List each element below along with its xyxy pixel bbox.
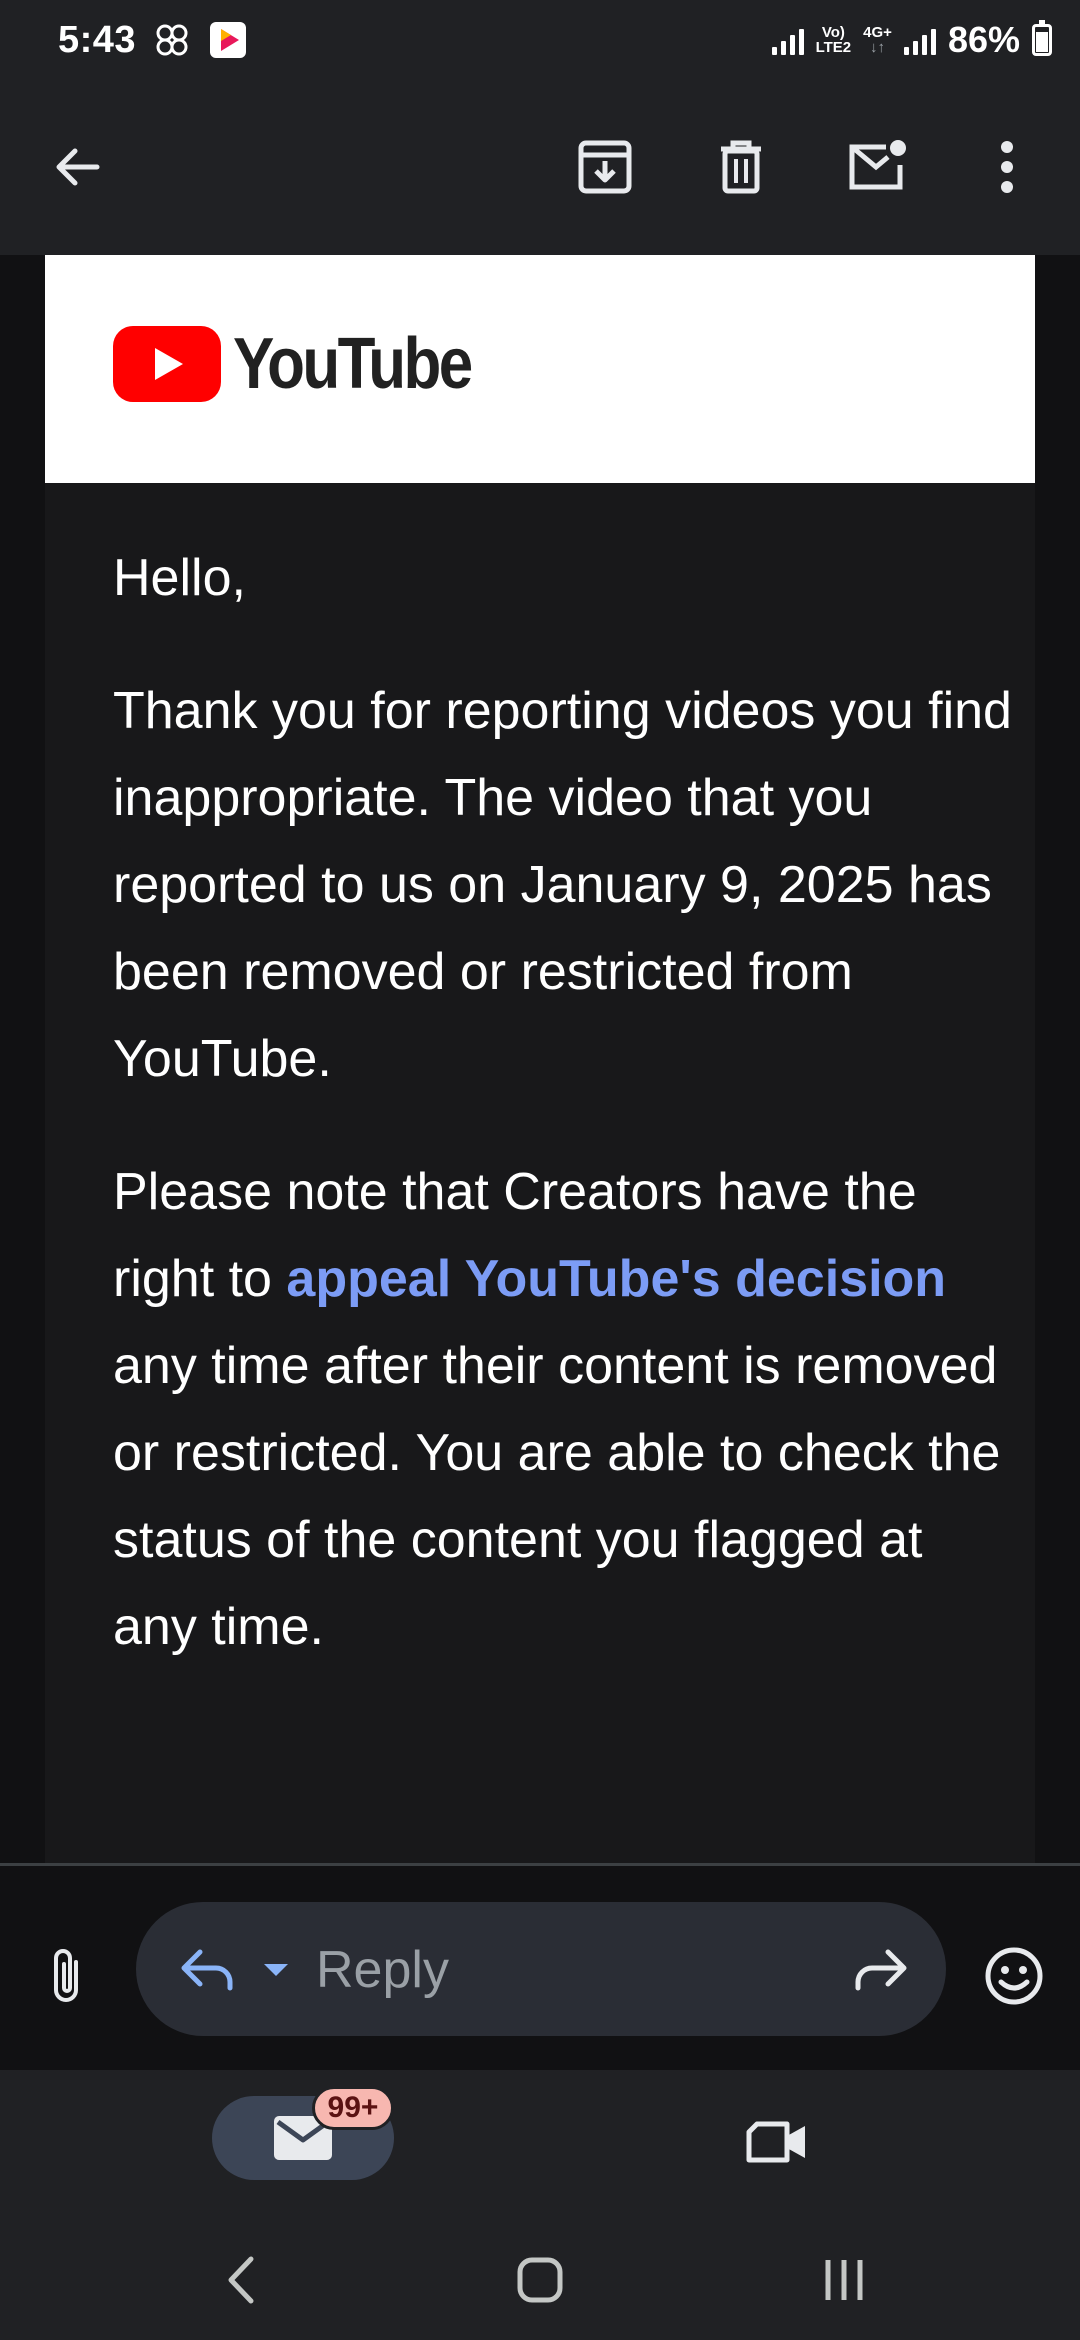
reply-mode-button[interactable] [176,1938,240,2002]
greeting: Hello, [113,549,246,607]
appeal-decision-link[interactable]: appeal YouTube's decision [286,1250,946,1308]
youtube-play-icon [113,326,221,402]
reply-icon [181,1949,233,1991]
volte-label-top: Vo) [821,24,845,41]
caret-down-icon [264,1964,288,1976]
screen: 5:43 Vo) LTE2 4G+ ↓↑ 86% YouTube Hello, … [0,0,1080,2340]
unread-badge: 99+ [312,2086,394,2130]
video-camera-icon [746,2121,805,2163]
more-vert-icon [1001,141,1013,193]
mark-unread-icon [849,140,906,190]
media-app-icon [208,20,248,60]
back-button[interactable] [32,122,122,212]
email-content: YouTube Hello, Thank you for reporting v… [0,255,1080,1863]
recents-icon [825,2260,863,2300]
system-nav-bar [0,2220,1080,2340]
status-time: 5:43 [58,18,137,61]
archive-icon [578,140,632,194]
status-bar: 5:43 Vo) LTE2 4G+ ↓↑ 86% [0,0,1080,80]
bottom-nav: 99+ [0,2070,1080,2220]
battery-percent: 86% [947,19,1020,60]
battery-icon [1032,20,1052,56]
email-card: YouTube Hello, Thank you for reporting v… [45,255,1035,1863]
youtube-wordmark: YouTube [233,324,473,404]
signal-icon-2 [903,25,936,55]
forward-button[interactable] [848,1938,912,2002]
back-arrow-icon [56,148,100,186]
signal-icon [771,25,804,55]
delete-button[interactable] [696,122,786,212]
archive-button[interactable] [560,122,650,212]
mark-unread-button[interactable] [832,122,922,212]
youtube-logo: YouTube [113,323,509,405]
link-app-icon [152,20,192,60]
network-type-label: 4G+ [863,24,892,41]
reply-bar: Reply [0,1866,1080,2070]
status-left: 5:43 [58,19,248,62]
reply-placeholder: Reply [316,1941,449,1999]
system-back-button[interactable] [200,2248,280,2312]
emoji-button[interactable] [974,1936,1054,2016]
youtube-banner: YouTube [45,255,1035,483]
forward-icon [855,1949,907,1991]
paragraph-appeal-end: any time after their content is removed … [113,1337,1001,1656]
attach-button[interactable] [26,1936,106,2016]
paragraph-report: Thank you for reporting videos you find … [113,682,1012,1088]
network-type: 4G+ ↓↑ [863,25,892,55]
data-activity-icon: ↓↑ [870,39,886,56]
smiley-icon [985,1947,1043,2005]
system-recents-button[interactable] [804,2248,884,2312]
delete-icon [721,140,761,194]
volte-label-bottom: LTE2 [815,39,852,56]
home-square-icon [517,2257,563,2303]
system-home-button[interactable] [500,2248,580,2312]
meet-tab[interactable] [735,2100,819,2184]
status-right: Vo) LTE2 4G+ ↓↑ 86% [771,19,1052,61]
paperclip-icon [54,1949,78,2002]
email-body: Hello, Thank you for reporting videos yo… [113,535,1013,1717]
paragraph-appeal: Please note that Creators have the right… [113,1149,1013,1671]
chevron-left-icon [228,2256,254,2304]
reply-input[interactable]: Reply [136,1902,946,2036]
email-toolbar [0,80,1080,255]
volte-label: Vo) LTE2 [816,25,852,55]
reply-mode-dropdown[interactable] [256,1954,296,1986]
more-options-button[interactable] [962,122,1052,212]
